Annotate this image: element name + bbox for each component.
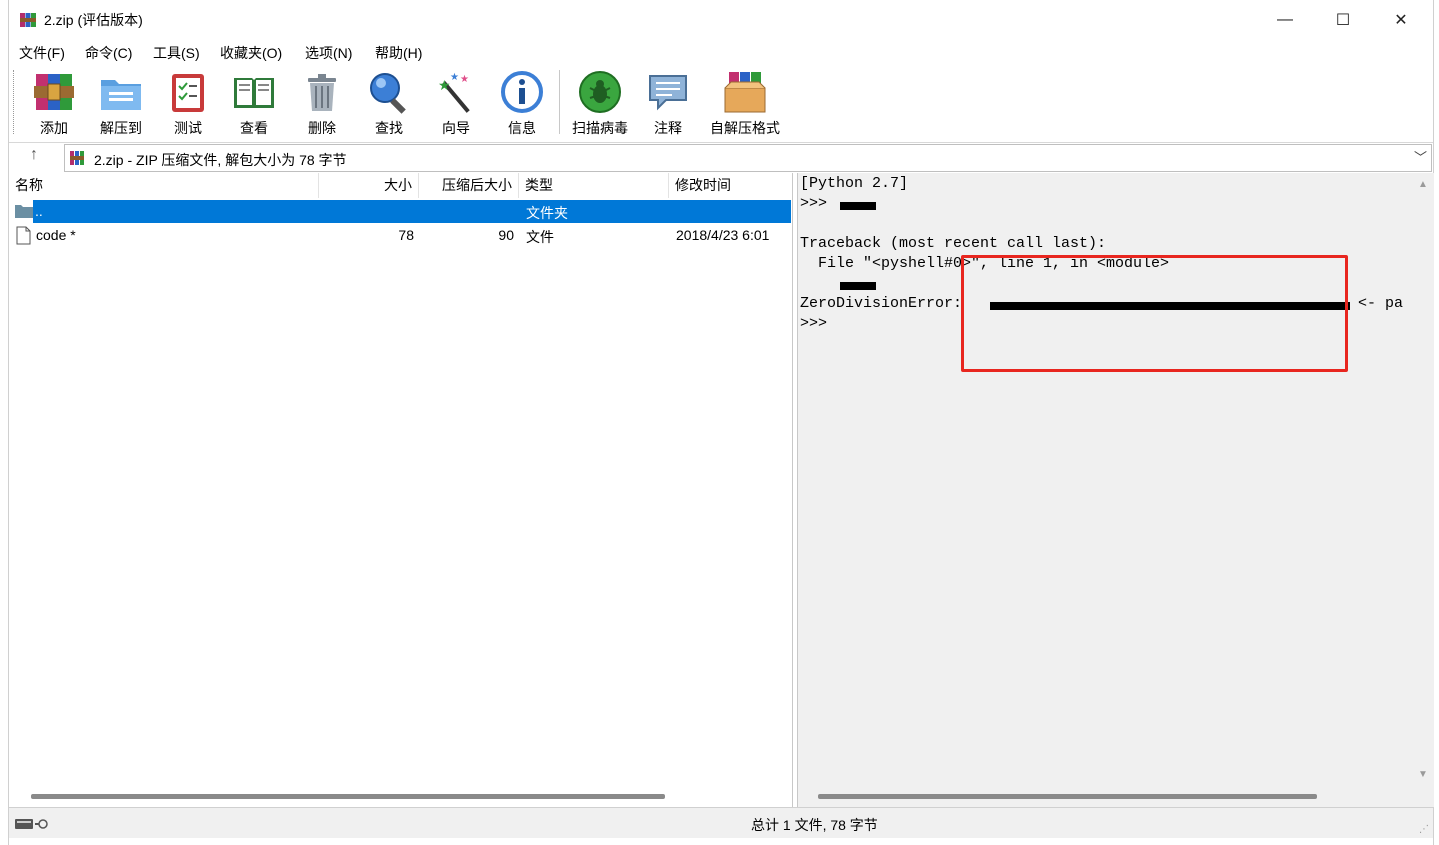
svg-text:★: ★ <box>460 74 469 85</box>
scan-virus-icon <box>579 71 621 113</box>
comment-line: >>> <box>800 315 828 332</box>
file-name: .. <box>35 203 43 219</box>
column-header-packed[interactable]: 压缩后大小 <box>419 173 519 198</box>
column-header-size[interactable]: 大小 <box>319 173 419 198</box>
horizontal-scrollbar[interactable] <box>31 794 665 799</box>
file-size: 78 <box>398 227 414 243</box>
window-title: 2.zip (评估版本) <box>44 12 143 28</box>
address-field[interactable]: 2.zip - ZIP 压缩文件, 解包大小为 78 字节 ﹀ <box>64 144 1432 172</box>
file-list: 名称 大小 压缩后大小 类型 修改时间 .. 文件夹 code * 78 90 … <box>9 173 793 807</box>
address-text: 2.zip - ZIP 压缩文件, 解包大小为 78 字节 <box>94 152 347 168</box>
test-button[interactable]: 测试 <box>163 68 213 138</box>
comment-line: Traceback (most recent call last): <box>800 235 1107 252</box>
find-button[interactable]: 查找 <box>364 68 414 138</box>
winrar-app-icon <box>20 13 36 27</box>
list-item-parent[interactable]: .. 文件夹 <box>9 200 791 223</box>
info-button[interactable]: 信息 <box>497 68 547 138</box>
archive-icon <box>70 151 84 165</box>
scroll-up-arrow-icon[interactable]: ▲ <box>1418 179 1428 190</box>
file-icon <box>16 226 31 245</box>
svg-text:★: ★ <box>438 77 451 93</box>
menu-help[interactable]: 帮助(H) <box>375 43 422 63</box>
find-icon <box>370 73 406 114</box>
view-icon <box>234 78 274 108</box>
scroll-down-arrow-icon[interactable]: ▼ <box>1418 769 1428 780</box>
horizontal-scrollbar[interactable] <box>818 794 1317 799</box>
column-header-name[interactable]: 名称 <box>9 173 319 198</box>
comment-line: >>> <box>800 195 837 212</box>
toolbar-grip <box>13 70 17 134</box>
file-type: 文件夹 <box>526 205 568 221</box>
menu-favorites[interactable]: 收藏夹(O) <box>220 43 282 63</box>
menu-options[interactable]: 选项(N) <box>305 43 352 63</box>
drive-icon <box>15 817 53 833</box>
menu-bar: 文件(F) 命令(C) 工具(S) 收藏夹(O) 选项(N) 帮助(H) <box>9 40 1433 64</box>
add-button[interactable]: 添加 <box>29 68 79 138</box>
status-text: 总计 1 文件, 78 字节 <box>751 817 878 833</box>
up-folder-button[interactable]: ↑ <box>23 146 45 168</box>
wizard-icon: ★ ★ ★ <box>438 72 470 113</box>
comment-pane: [Python 2.7] >>> Traceback (most recent … <box>797 173 1434 807</box>
file-name: code * <box>36 227 76 243</box>
arrow-up-icon: ↑ <box>30 146 38 163</box>
test-icon <box>172 74 204 112</box>
comment-line: [Python 2.7] <box>800 175 909 192</box>
file-modified: 2018/4/23 6:01 <box>676 227 770 243</box>
list-item-code[interactable]: code * 78 90 文件 2018/4/23 6:01 <box>9 224 791 247</box>
delete-button[interactable]: 删除 <box>297 68 347 138</box>
red-highlight-box <box>961 255 1348 372</box>
comment-line: ZeroDivisionError: <box>800 295 972 312</box>
menu-tools[interactable]: 工具(S) <box>153 43 200 63</box>
file-type: 文件 <box>526 229 554 245</box>
menu-file[interactable]: 文件(F) <box>19 43 65 63</box>
chevron-down-icon[interactable]: ﹀ <box>1414 147 1427 166</box>
address-bar: ↑ 2.zip - ZIP 压缩文件, 解包大小为 78 字节 ﹀ <box>9 142 1433 172</box>
selection-highlight <box>33 200 791 223</box>
toolbar: 添加 解压到 测试 查看 删除 查找 ★ ★ ★ 向导 信息 扫描病毒 注释 自… <box>9 64 1433 143</box>
title-bar: 2.zip (评估版本) — ☐ ✕ <box>9 0 1433 40</box>
resize-grip-icon[interactable]: ⋰ <box>1419 824 1429 835</box>
close-button[interactable]: ✕ <box>1372 0 1430 40</box>
comment-suffix: <- pa <box>1358 295 1404 312</box>
add-archive-icon <box>34 74 74 110</box>
extract-to-icon <box>101 80 141 110</box>
wizard-button[interactable]: ★ ★ ★ 向导 <box>431 68 481 138</box>
view-button[interactable]: 查看 <box>229 68 279 138</box>
sfx-icon <box>724 72 766 113</box>
status-bar: 总计 1 文件, 78 字节 ⋰ <box>9 807 1433 838</box>
delete-icon <box>308 74 336 111</box>
extract-to-button[interactable]: 解压到 <box>93 68 149 138</box>
column-header-modified[interactable]: 修改时间 <box>669 173 792 198</box>
toolbar-separator <box>559 70 560 134</box>
minimize-button[interactable]: — <box>1256 0 1314 40</box>
info-icon <box>501 71 543 113</box>
file-packed-size: 90 <box>498 227 514 243</box>
menu-commands[interactable]: 命令(C) <box>85 43 132 63</box>
comment-icon <box>649 75 687 111</box>
redaction-bar <box>840 282 876 290</box>
winrar-window: 2.zip (评估版本) — ☐ ✕ 文件(F) 命令(C) 工具(S) 收藏夹… <box>8 0 1434 845</box>
scan-virus-button[interactable]: 扫描病毒 <box>567 68 633 138</box>
svg-text:★: ★ <box>450 72 459 83</box>
folder-icon <box>15 205 33 218</box>
redaction-bar <box>840 202 876 210</box>
comment-button[interactable]: 注释 <box>643 68 693 138</box>
column-header-type[interactable]: 类型 <box>519 173 669 198</box>
sfx-button[interactable]: 自解压格式 <box>705 68 785 138</box>
maximize-button[interactable]: ☐ <box>1314 0 1372 40</box>
